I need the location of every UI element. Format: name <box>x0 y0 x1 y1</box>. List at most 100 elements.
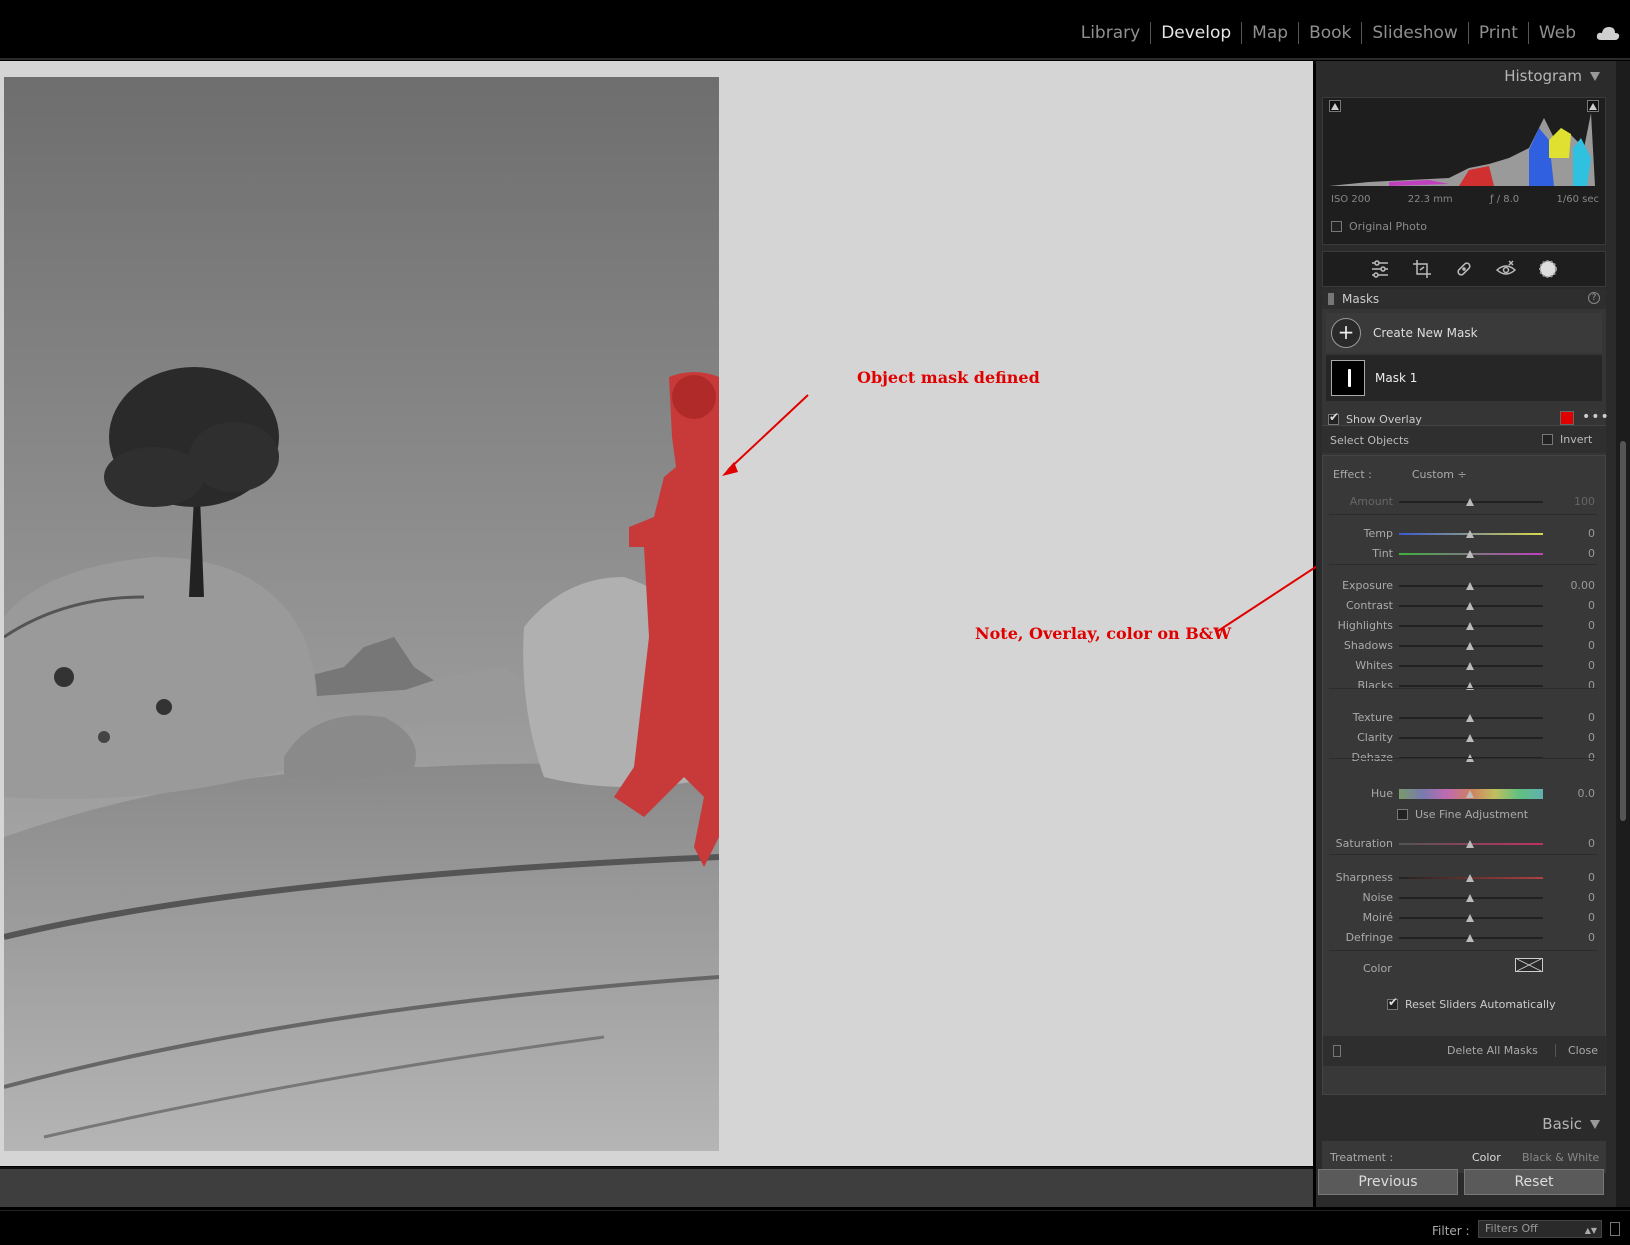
mask-thumbnail[interactable] <box>1331 360 1365 396</box>
treatment-bw-option[interactable]: Black & White <box>1522 1151 1599 1164</box>
overlay-color-swatch[interactable] <box>1560 411 1574 425</box>
slider-thumb[interactable] <box>1466 934 1474 942</box>
slider-hue[interactable]: Hue 0.0 <box>1323 786 1607 802</box>
masking-icon[interactable] <box>1537 258 1559 280</box>
slider-thumb[interactable] <box>1466 622 1474 630</box>
original-photo-checkbox[interactable] <box>1331 221 1342 232</box>
more-options-icon[interactable]: ••• <box>1582 409 1610 425</box>
slider-thumb[interactable] <box>1466 840 1474 848</box>
slider-thumb[interactable] <box>1466 734 1474 742</box>
module-print[interactable]: Print <box>1467 22 1528 44</box>
slider-thumb[interactable] <box>1466 530 1474 538</box>
slider-whites[interactable]: Whites 0 <box>1323 658 1607 674</box>
delete-all-masks-button[interactable]: Delete All Masks <box>1447 1044 1538 1057</box>
slider-amount[interactable]: Amount 100 <box>1323 494 1607 510</box>
slider-value[interactable]: 0.00 <box>1571 579 1596 592</box>
filter-dropdown[interactable]: Filters Off ▲▼ <box>1478 1220 1602 1238</box>
filter-lock-icon[interactable] <box>1610 1222 1620 1236</box>
previous-button[interactable]: Previous <box>1318 1169 1458 1195</box>
module-library[interactable]: Library <box>1071 22 1150 44</box>
fine-adjustment-toggle[interactable]: Use Fine Adjustment <box>1397 808 1528 821</box>
slider-thumb[interactable] <box>1466 914 1474 922</box>
effect-dropdown[interactable]: Custom ÷ <box>1412 468 1467 481</box>
slider-value[interactable]: 0 <box>1588 547 1595 560</box>
module-web[interactable]: Web <box>1527 22 1586 44</box>
plus-icon[interactable]: + <box>1331 318 1361 348</box>
treatment-color-option[interactable]: Color <box>1472 1151 1501 1164</box>
slider-value[interactable]: 0.0 <box>1578 787 1596 800</box>
slider-thumb[interactable] <box>1466 894 1474 902</box>
photo-preview[interactable] <box>4 77 719 1151</box>
slider-highlights[interactable]: Highlights 0 <box>1323 618 1607 634</box>
slider-value[interactable]: 0 <box>1588 871 1595 884</box>
slider-value[interactable]: 0 <box>1588 639 1595 652</box>
slider-value[interactable]: 0 <box>1588 891 1595 904</box>
slider-value[interactable]: 0 <box>1588 527 1595 540</box>
slider-contrast[interactable]: Contrast 0 <box>1323 598 1607 614</box>
module-develop[interactable]: Develop <box>1150 22 1241 44</box>
slider-clarity[interactable]: Clarity 0 <box>1323 730 1607 746</box>
slider-thumb[interactable] <box>1466 874 1474 882</box>
slider-shadows[interactable]: Shadows 0 <box>1323 638 1607 654</box>
panel-scrollbar[interactable] <box>1616 61 1630 1207</box>
slider-thumb[interactable] <box>1466 714 1474 722</box>
original-photo-toggle[interactable]: Original Photo <box>1331 220 1427 233</box>
redeye-icon[interactable] <box>1495 258 1517 280</box>
slider-sharpness[interactable]: Sharpness 0 <box>1323 870 1607 886</box>
collapse-triangle-icon[interactable] <box>1590 72 1600 81</box>
module-book[interactable]: Book <box>1298 22 1361 44</box>
slider-thumb[interactable] <box>1466 550 1474 558</box>
panel-toggle-icon[interactable] <box>1328 293 1334 305</box>
slider-value[interactable]: 0 <box>1588 659 1595 672</box>
slider-value[interactable]: 0 <box>1588 711 1595 724</box>
invert-checkbox[interactable] <box>1542 434 1553 445</box>
module-map[interactable]: Map <box>1241 22 1298 44</box>
slider-value[interactable]: 0 <box>1588 599 1595 612</box>
slider-value[interactable]: 100 <box>1574 495 1595 508</box>
slider-value[interactable]: 0 <box>1588 911 1595 924</box>
slider-thumb[interactable] <box>1466 498 1474 506</box>
slider-exposure[interactable]: Exposure 0.00 <box>1323 578 1607 594</box>
slider-value[interactable]: 0 <box>1588 837 1595 850</box>
close-masks-button[interactable]: Close <box>1555 1044 1598 1057</box>
healing-icon[interactable] <box>1453 258 1475 280</box>
scrollbar-thumb[interactable] <box>1620 441 1626 821</box>
slider-tint[interactable]: Tint 0 <box>1323 546 1607 562</box>
slider-temp[interactable]: Temp 0 <box>1323 526 1607 542</box>
panel-toggle-icon[interactable] <box>1333 1045 1341 1057</box>
module-slideshow[interactable]: Slideshow <box>1361 22 1467 44</box>
crop-icon[interactable] <box>1411 258 1433 280</box>
effect-preset[interactable]: Effect : Custom ÷ <box>1333 468 1467 481</box>
slider-value[interactable]: 0 <box>1588 731 1595 744</box>
slider-noise[interactable]: Noise 0 <box>1323 890 1607 906</box>
histogram-header[interactable]: Histogram <box>1504 67 1600 85</box>
slider-thumb[interactable] <box>1466 790 1474 798</box>
invert-toggle[interactable]: Invert <box>1542 433 1592 446</box>
slider-thumb[interactable] <box>1466 662 1474 670</box>
show-overlay-checkbox[interactable] <box>1328 410 1339 425</box>
slider-saturation[interactable]: Saturation 0 <box>1323 836 1607 852</box>
collapse-triangle-icon[interactable] <box>1590 1120 1600 1129</box>
slider-moir-[interactable]: Moiré 0 <box>1323 910 1607 926</box>
reset-button[interactable]: Reset <box>1464 1169 1604 1195</box>
slider-value[interactable]: 0 <box>1588 679 1595 692</box>
slider-thumb[interactable] <box>1466 582 1474 590</box>
slider-blacks[interactable]: Blacks 0 <box>1323 678 1607 694</box>
slider-value[interactable]: 0 <box>1588 931 1595 944</box>
slider-value[interactable]: 0 <box>1588 619 1595 632</box>
slider-thumb[interactable] <box>1466 642 1474 650</box>
slider-thumb[interactable] <box>1466 602 1474 610</box>
color-swatch[interactable] <box>1515 958 1543 972</box>
mask-list-item[interactable]: Mask 1 <box>1326 355 1602 401</box>
info-icon[interactable]: ? <box>1588 292 1600 304</box>
slider-texture[interactable]: Texture 0 <box>1323 710 1607 726</box>
slider-defringe[interactable]: Defringe 0 <box>1323 930 1607 946</box>
cloud-icon[interactable] <box>1596 25 1620 41</box>
fine-adjustment-checkbox[interactable] <box>1397 809 1408 820</box>
basic-header[interactable]: Basic <box>1542 1115 1600 1133</box>
reset-sliders-checkbox[interactable] <box>1387 995 1398 1010</box>
sliders-icon[interactable] <box>1369 258 1391 280</box>
reset-sliders-toggle[interactable]: Reset Sliders Automatically <box>1387 995 1556 1011</box>
create-new-mask-button[interactable]: + Create New Mask <box>1326 313 1602 353</box>
photo-canvas[interactable] <box>0 61 1313 1166</box>
